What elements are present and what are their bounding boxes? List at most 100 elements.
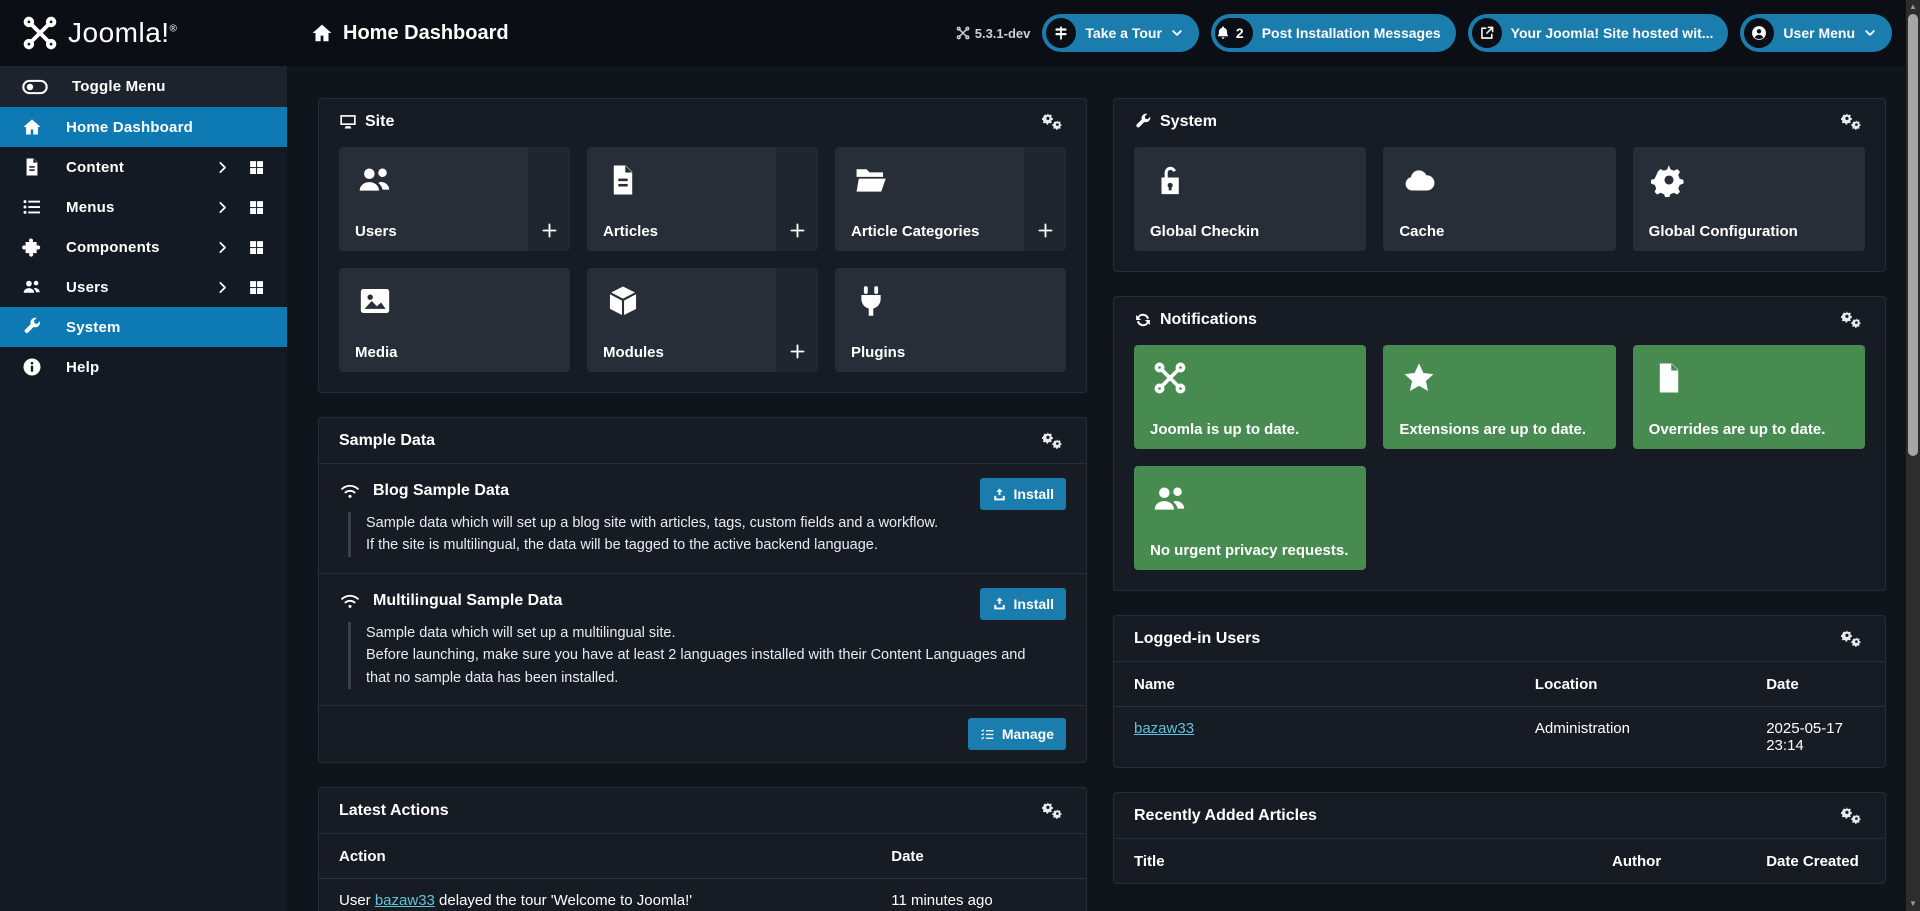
panel-settings-icon[interactable] xyxy=(1841,806,1865,826)
install-multilingual-sample-button[interactable]: Install xyxy=(979,587,1066,620)
list-icon xyxy=(22,197,42,217)
column-header-title: Title xyxy=(1134,853,1165,870)
post-installation-messages-button[interactable]: 2 Post Installation Messages xyxy=(1210,14,1456,52)
table-row: User bazaw33 delayed the tour 'Welcome t… xyxy=(319,878,1086,911)
sidebar-item-components[interactable]: Components xyxy=(0,227,287,267)
hosted-site-button[interactable]: Your Joomla! Site hosted wit... xyxy=(1467,14,1729,52)
image-icon xyxy=(355,284,395,318)
notification-count-badge: 2 xyxy=(1235,25,1244,41)
tile-privacy-requests[interactable]: No urgent privacy requests. xyxy=(1134,466,1367,570)
action-cell: User bazaw33 delayed the tour 'Welcome t… xyxy=(319,878,872,911)
panel-title: Sample Data xyxy=(339,431,436,449)
sidebar-item-content[interactable]: Content xyxy=(0,147,287,187)
table-row: bazaw33 Administration 2025-05-17 23:14 xyxy=(1114,706,1885,767)
panel-settings-icon[interactable] xyxy=(1042,112,1066,132)
bell-icon xyxy=(1215,25,1231,41)
tile-users[interactable]: Users xyxy=(339,147,570,251)
take-a-tour-button[interactable]: Take a Tour xyxy=(1042,14,1199,52)
toggle-icon xyxy=(22,79,48,95)
column-header-date: Date xyxy=(891,848,924,866)
panel-settings-icon[interactable] xyxy=(1042,431,1066,451)
tile-modules[interactable]: Modules xyxy=(587,268,818,372)
plug-icon xyxy=(851,284,891,318)
wifi-icon xyxy=(339,592,361,610)
refresh-icon xyxy=(1134,311,1152,329)
users-icon xyxy=(22,277,42,297)
scrollbar-thumb[interactable] xyxy=(1908,14,1918,456)
column-header-name: Name xyxy=(1134,676,1175,693)
home-icon xyxy=(22,117,42,137)
dashboard-grid-icon[interactable] xyxy=(248,279,265,296)
panel-title: Site xyxy=(365,113,395,130)
chevron-right-icon xyxy=(215,160,230,175)
plus-icon xyxy=(1037,222,1054,239)
tile-articles[interactable]: Articles xyxy=(587,147,818,251)
scroll-down-arrow[interactable]: ▼ xyxy=(1906,898,1920,910)
sample-data-panel: Sample Data Blog Sample Data Install Sam… xyxy=(318,417,1087,764)
logged-in-users-panel: Logged-in Users Name Location Date bazaw… xyxy=(1113,615,1886,768)
upload-icon xyxy=(992,487,1007,502)
page-title-wrap: Home Dashboard xyxy=(311,22,509,45)
wrench-icon xyxy=(22,317,42,337)
file-icon xyxy=(22,157,42,177)
dashboard-grid-icon[interactable] xyxy=(248,159,265,176)
add-category-button[interactable] xyxy=(1024,147,1066,251)
panel-title: Notifications xyxy=(1160,311,1257,328)
unlock-icon xyxy=(1150,163,1190,197)
panel-settings-icon[interactable] xyxy=(1841,629,1865,649)
chevron-right-icon xyxy=(215,280,230,295)
tile-joomla-up-to-date[interactable]: Joomla is up to date. xyxy=(1134,345,1367,449)
user-link[interactable]: bazaw33 xyxy=(375,892,435,909)
sample-data-description: Sample data which will set up a multilin… xyxy=(348,621,1038,690)
tile-global-configuration[interactable]: Global Configuration xyxy=(1632,147,1865,251)
sidebar-item-menus[interactable]: Menus xyxy=(0,187,287,227)
chevron-down-icon xyxy=(1170,26,1184,40)
system-panel: System Global Checkin Cache Global Confi… xyxy=(1113,98,1886,272)
sidebar-item-toggle-menu[interactable]: Toggle Menu xyxy=(0,66,287,107)
joomla-version-icon xyxy=(956,26,970,40)
manage-button[interactable]: Manage xyxy=(967,718,1066,751)
add-module-button[interactable] xyxy=(776,268,818,372)
scroll-up-arrow[interactable]: ▲ xyxy=(1906,1,1920,13)
panel-settings-icon[interactable] xyxy=(1841,310,1865,330)
user-menu-button[interactable]: User Menu xyxy=(1740,14,1892,52)
vertical-scrollbar[interactable]: ▲ ▼ xyxy=(1906,0,1920,911)
tile-global-checkin[interactable]: Global Checkin xyxy=(1134,147,1367,251)
list-check-icon xyxy=(980,727,995,742)
date-cell: 2025-05-17 23:14 xyxy=(1746,706,1885,767)
upload-icon xyxy=(992,596,1007,611)
tile-plugins[interactable]: Plugins xyxy=(835,268,1066,372)
tile-media[interactable]: Media xyxy=(339,268,570,372)
add-article-button[interactable] xyxy=(776,147,818,251)
sidebar-item-help[interactable]: Help xyxy=(0,347,287,387)
file-icon xyxy=(603,163,643,197)
add-user-button[interactable] xyxy=(528,147,570,251)
sidebar-item-home-dashboard[interactable]: Home Dashboard xyxy=(0,107,287,147)
tile-article-categories[interactable]: Article Categories xyxy=(835,147,1066,251)
folder-open-icon xyxy=(851,163,891,197)
install-blog-sample-button[interactable]: Install xyxy=(979,478,1066,510)
star-icon xyxy=(1399,361,1439,395)
dashboard-grid-icon[interactable] xyxy=(248,239,265,256)
column-header-location: Location xyxy=(1534,676,1598,693)
sidebar-item-users[interactable]: Users xyxy=(0,267,287,307)
joomla-logo-text: Joomla!® xyxy=(68,17,178,48)
sidebar-item-system[interactable]: System xyxy=(0,307,287,347)
sidebar: Toggle Menu Home Dashboard Content Menus… xyxy=(0,66,287,911)
monitor-icon xyxy=(339,113,357,131)
dashboard-grid-icon[interactable] xyxy=(248,199,265,216)
panel-title: Recently Added Articles xyxy=(1134,806,1317,824)
user-link[interactable]: bazaw33 xyxy=(1134,720,1194,737)
panel-settings-icon[interactable] xyxy=(1042,801,1066,821)
location-cell: Administration xyxy=(1514,706,1747,767)
external-link-icon xyxy=(1479,25,1495,41)
users-icon xyxy=(355,163,395,197)
tile-overrides-up-to-date[interactable]: Overrides are up to date. xyxy=(1632,345,1865,449)
multilingual-sample-data-section: Multilingual Sample Data Install Sample … xyxy=(319,574,1086,707)
tile-extensions-up-to-date[interactable]: Extensions are up to date. xyxy=(1383,345,1616,449)
tile-cache[interactable]: Cache xyxy=(1383,147,1616,251)
joomla-logo-icon xyxy=(22,15,58,51)
info-icon xyxy=(22,357,42,377)
panel-settings-icon[interactable] xyxy=(1841,112,1865,132)
top-header: Joomla!® Home Dashboard 5.3.1-dev Take a… xyxy=(0,0,1920,66)
